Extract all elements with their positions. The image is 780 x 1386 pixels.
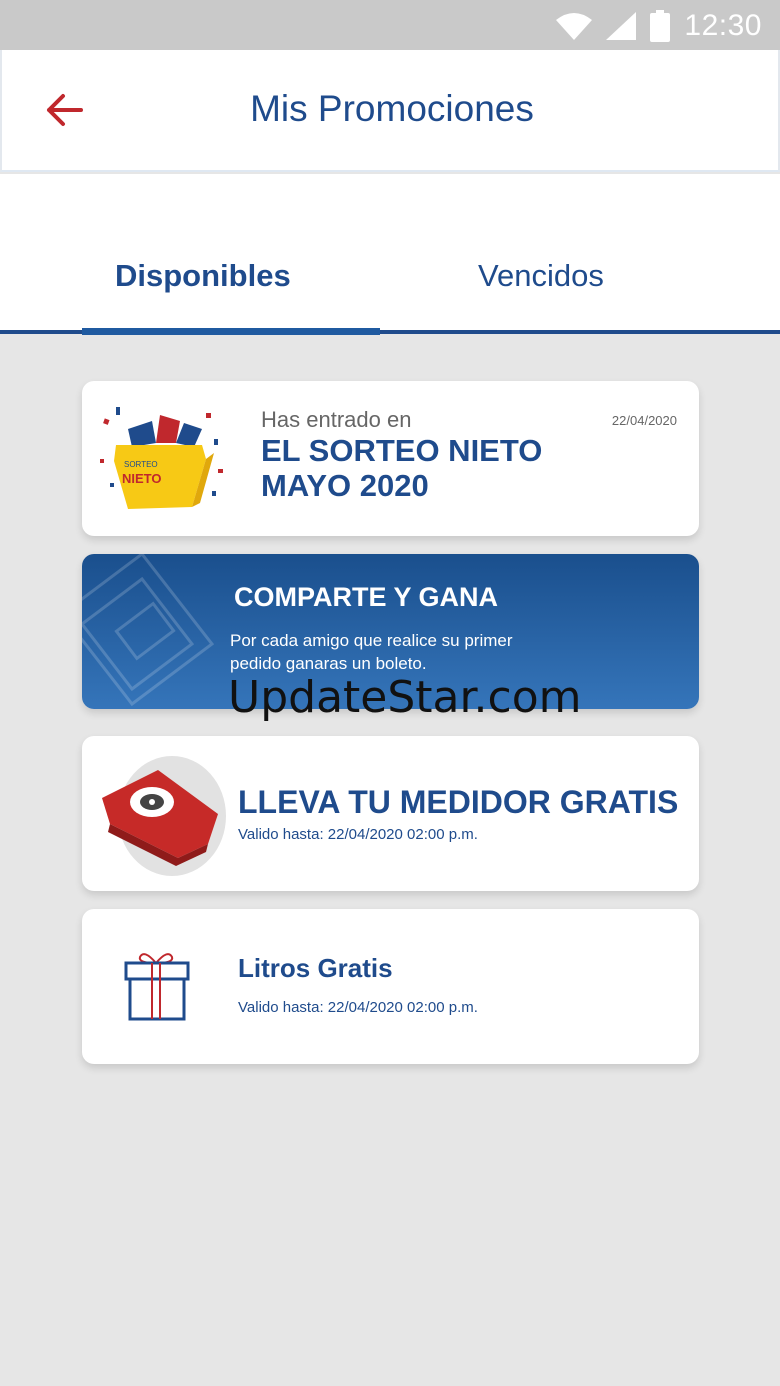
watermark: UpdateStar.com [228,672,582,723]
tab-disponibles[interactable]: Disponibles [115,258,291,294]
promo-valid-until: Valido hasta: 22/04/2020 02:00 p.m. [238,999,478,1016]
svg-text:NIETO: NIETO [122,471,162,486]
promo-title: COMPARTE Y GANA [234,582,499,612]
promo-valid-until: Valido hasta: 22/04/2020 02:00 p.m. [238,826,478,843]
gift-icon [124,953,190,1021]
gas-meter-icon [102,756,226,876]
promo-title: Litros Gratis [238,953,393,983]
app-bar: Mis Promociones [0,50,780,172]
promo-description: Por cada amigo que realice su primer ped… [230,631,513,673]
status-icons: 12:30 [556,8,762,44]
status-bar: 12:30 [0,0,780,50]
gift-box-icon: SORTEO NIETO [100,407,223,509]
promo-title: LLEVA TU MEDIDOR GRATIS [238,784,679,820]
tab-vencidos[interactable]: Vencidos [478,258,604,294]
promo-card-medidor[interactable]: LLEVA TU MEDIDOR GRATIS Valido hasta: 22… [82,736,699,891]
tab-bar: Disponibles Vencidos [0,174,780,335]
status-time: 12:30 [684,9,762,42]
signal-icon [606,12,637,40]
wifi-icon [556,13,593,40]
promo-date: 22/04/2020 [611,413,677,428]
ticket-icon [82,554,215,707]
promo-card-litros[interactable]: Litros Gratis Valido hasta: 22/04/2020 0… [82,909,699,1064]
battery-icon [650,10,671,42]
tab-active-indicator [82,328,380,335]
promo-title: EL SORTEO NIETO MAYO 2020 [261,433,543,503]
promo-subtitle: Has entrado en [261,407,412,432]
promo-card-sorteo[interactable]: SORTEO NIETO Has entrado en 22/04/2020 E… [82,381,699,536]
page-title: Mis Promociones [250,88,534,129]
svg-text:SORTEO: SORTEO [124,460,158,469]
